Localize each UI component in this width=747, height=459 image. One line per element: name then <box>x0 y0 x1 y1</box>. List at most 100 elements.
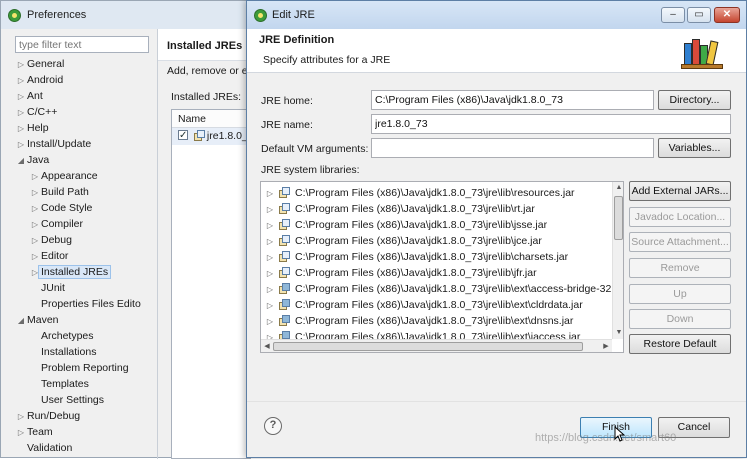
collapsed-arrow-icon[interactable]: ▷ <box>29 169 41 185</box>
javadoc-location-button[interactable]: Javadoc Location... <box>629 207 731 227</box>
tree-item[interactable]: ▷ Team <box>15 424 53 440</box>
collapsed-arrow-icon[interactable]: ▷ <box>29 217 41 233</box>
tree-item-label: Properties Files Edito <box>41 298 141 310</box>
table-header-name[interactable]: Name <box>172 110 250 128</box>
expand-arrow-icon[interactable]: ▷ <box>261 314 279 330</box>
tree-item[interactable]: ▷ Debug <box>29 232 72 248</box>
libraries-horizontal-scrollbar[interactable]: ◀ ▶ <box>261 339 612 352</box>
library-row[interactable]: ▷ C:\Program Files (x86)\Java\jdk1.8.0_73… <box>261 281 611 297</box>
restore-default-button[interactable]: Restore Default <box>629 334 731 354</box>
tree-item[interactable]: ▷ Run/Debug <box>15 408 80 424</box>
expand-arrow-icon[interactable]: ▷ <box>261 282 279 298</box>
library-row[interactable]: ▷ C:\Program Files (x86)\Java\jdk1.8.0_73… <box>261 313 573 329</box>
collapsed-arrow-icon[interactable]: ▷ <box>29 201 41 217</box>
preferences-tree: ▷ General ▷ Android ▷ Ant ▷ C/C++ ▷ Help ▷ Install/… <box>15 56 155 456</box>
tree-item[interactable]: ▷ Help <box>15 120 49 136</box>
help-icon[interactable]: ? <box>264 417 282 435</box>
collapsed-arrow-icon[interactable]: ▷ <box>15 425 27 441</box>
installed-jres-label: Installed JREs: <box>171 91 242 103</box>
dialog-titlebar[interactable]: Edit JRE – ▭ ✕ <box>247 1 746 29</box>
library-row[interactable]: ▷ C:\Program Files (x86)\Java\jdk1.8.0_73… <box>261 265 537 281</box>
tree-item[interactable]: Installations <box>29 344 96 360</box>
tree-item[interactable]: ▷ Appearance <box>29 168 98 184</box>
directory-button[interactable]: Directory... <box>658 90 731 110</box>
minimize-button[interactable]: – <box>661 7 685 23</box>
collapsed-arrow-icon[interactable]: ▷ <box>29 185 41 201</box>
collapsed-arrow-icon[interactable]: ▷ <box>15 409 27 425</box>
collapsed-arrow-icon[interactable]: ▷ <box>29 249 41 265</box>
collapsed-arrow-icon[interactable]: ▷ <box>15 105 27 121</box>
expand-arrow-icon[interactable]: ▷ <box>261 202 279 218</box>
collapsed-arrow-icon[interactable]: ▷ <box>15 137 27 153</box>
collapsed-arrow-icon[interactable]: ▷ <box>29 233 41 249</box>
collapsed-arrow-icon[interactable]: ▷ <box>15 89 27 105</box>
tree-item[interactable]: User Settings <box>29 392 104 408</box>
collapsed-arrow-icon[interactable]: ▷ <box>15 73 27 89</box>
preferences-titlebar: Preferences <box>1 1 261 29</box>
pane-divider[interactable] <box>157 29 158 459</box>
expand-arrow-icon[interactable]: ▷ <box>261 218 279 234</box>
tree-item[interactable]: Archetypes <box>29 328 94 344</box>
expand-arrow-icon[interactable]: ▷ <box>261 298 279 314</box>
installed-jres-table[interactable]: Name jre1.8.0_7 <box>171 109 251 459</box>
jre-name-field[interactable] <box>371 114 731 134</box>
scrollbar-thumb[interactable] <box>273 342 583 351</box>
tree-item[interactable]: Properties Files Edito <box>29 296 141 312</box>
variables-button[interactable]: Variables... <box>658 138 731 158</box>
tree-item[interactable]: ◢ Java <box>15 152 49 168</box>
tree-item[interactable]: ▷ Build Path <box>29 184 89 200</box>
tree-item[interactable]: Problem Reporting <box>29 360 129 376</box>
library-row[interactable]: ▷ C:\Program Files (x86)\Java\jdk1.8.0_73… <box>261 217 547 233</box>
library-row[interactable]: ▷ C:\Program Files (x86)\Java\jdk1.8.0_73… <box>261 297 583 313</box>
scrollbar-thumb[interactable] <box>614 196 623 240</box>
jre-checkbox[interactable] <box>178 128 188 144</box>
expanded-arrow-icon[interactable]: ◢ <box>15 153 27 169</box>
tree-item[interactable]: ▷ Android <box>15 72 63 88</box>
expand-arrow-icon[interactable]: ▷ <box>261 186 279 202</box>
library-path: C:\Program Files (x86)\Java\jdk1.8.0_73\… <box>295 283 612 295</box>
tree-item[interactable]: ▷ Compiler <box>29 216 83 232</box>
tree-item[interactable]: Validation <box>15 440 72 456</box>
tree-item[interactable]: Templates <box>29 376 89 392</box>
scroll-down-arrow-icon[interactable]: ▼ <box>613 327 623 339</box>
up-button[interactable]: Up <box>629 284 731 304</box>
table-row[interactable]: jre1.8.0_7 <box>172 128 250 145</box>
libraries-tree[interactable]: ▷ C:\Program Files (x86)\Java\jdk1.8.0_73… <box>260 181 624 353</box>
expand-arrow-icon[interactable]: ▷ <box>261 250 279 266</box>
library-row[interactable]: ▷ C:\Program Files (x86)\Java\jdk1.8.0_73… <box>261 201 535 217</box>
tree-item[interactable]: JUnit <box>29 280 65 296</box>
collapsed-arrow-icon[interactable]: ▷ <box>15 121 27 137</box>
tree-item[interactable]: ▷ C/C++ <box>15 104 57 120</box>
tree-item-label: JUnit <box>41 282 65 294</box>
library-row[interactable]: ▷ C:\Program Files (x86)\Java\jdk1.8.0_73… <box>261 233 542 249</box>
tree-item[interactable]: ▷ Code Style <box>29 200 92 216</box>
tree-item[interactable]: ▷ Install/Update <box>15 136 91 152</box>
jre-home-field[interactable] <box>371 90 654 110</box>
tree-item-label: Archetypes <box>41 330 94 342</box>
expand-arrow-icon[interactable]: ▷ <box>261 234 279 250</box>
expand-arrow-icon[interactable]: ▷ <box>261 266 279 282</box>
library-row[interactable]: ▷ C:\Program Files (x86)\Java\jdk1.8.0_73… <box>261 185 575 201</box>
tree-item[interactable]: ▷ Editor <box>29 248 69 265</box>
source-attachment-button[interactable]: Source Attachment... <box>629 232 731 252</box>
add-external-jars-button[interactable]: Add External JARs... <box>629 181 731 201</box>
tree-item-label: C/C++ <box>27 106 58 118</box>
remove-button[interactable]: Remove <box>629 258 731 278</box>
expanded-arrow-icon[interactable]: ◢ <box>15 313 27 329</box>
scroll-right-arrow-icon[interactable]: ▶ <box>600 340 612 352</box>
library-row[interactable]: ▷ C:\Program Files (x86)\Java\jdk1.8.0_73… <box>261 249 568 265</box>
close-button[interactable]: ✕ <box>714 7 740 23</box>
filter-input[interactable] <box>15 36 149 53</box>
scroll-up-arrow-icon[interactable]: ▲ <box>613 182 623 194</box>
down-button[interactable]: Down <box>629 309 731 329</box>
tree-item[interactable]: ▷ Installed JREs <box>29 264 112 280</box>
collapsed-arrow-icon[interactable]: ▷ <box>15 57 27 73</box>
vm-args-field[interactable] <box>371 138 654 158</box>
tree-item[interactable]: ▷ General <box>15 56 64 72</box>
tree-item-label: Ant <box>27 90 43 102</box>
tree-item[interactable]: ◢ Maven <box>15 312 59 328</box>
tree-item[interactable]: ▷ Ant <box>15 88 43 104</box>
maximize-button[interactable]: ▭ <box>687 7 711 23</box>
libraries-vertical-scrollbar[interactable]: ▲ ▼ <box>612 182 623 339</box>
scroll-left-arrow-icon[interactable]: ◀ <box>261 340 273 352</box>
